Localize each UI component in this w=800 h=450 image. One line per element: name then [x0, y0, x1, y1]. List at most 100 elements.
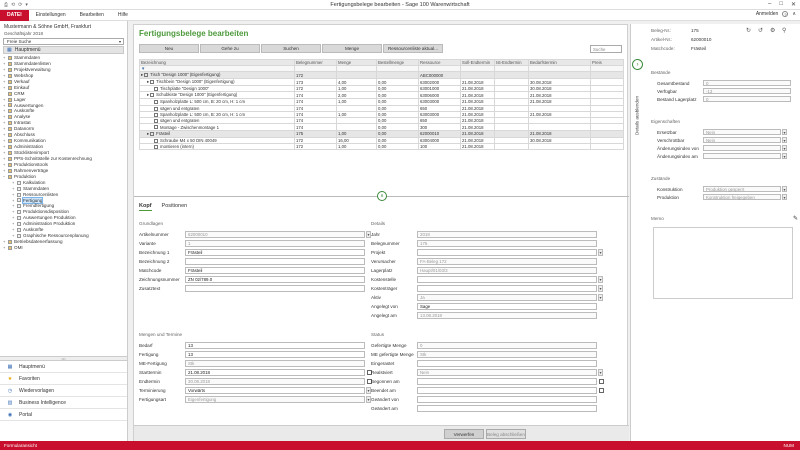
- table-row[interactable]: Spanholzplatte L: 500 cm, B: 20 cm, H: 1…: [139, 110, 624, 119]
- grundlagen-field[interactable]: [185, 258, 365, 265]
- grundlagen-field[interactable]: ZN 02/789.0: [185, 276, 365, 283]
- nav-item[interactable]: ◉ Portal: [0, 409, 127, 421]
- menu-item[interactable]: Hilfe: [111, 12, 135, 18]
- table-row[interactable]: montieren (intern) 172 1,00 0,00 100 21.08.20…: [139, 143, 624, 151]
- table-row[interactable]: ▸ Tischbein "Design 1000" (Eigenfertigung…: [139, 78, 624, 86]
- edit-icon[interactable]: ✎: [793, 215, 798, 222]
- grundlagen-field: 62000010: [185, 231, 365, 238]
- minimize-icon[interactable]: –: [768, 1, 771, 8]
- undo-icon[interactable]: ↺: [758, 27, 763, 34]
- pin-icon[interactable]: ⚲: [782, 27, 786, 34]
- nav-item[interactable]: ▥ Business Intelligence: [0, 397, 127, 409]
- chevron-down-icon[interactable]: ▾: [598, 294, 603, 301]
- cell: [528, 71, 591, 79]
- toolbar-button[interactable]: Gehe zu: [200, 44, 260, 53]
- details-field[interactable]: Sage: [417, 303, 597, 310]
- tab-positionen[interactable]: Positionen: [162, 203, 188, 211]
- login-link[interactable]: Anmelden: [756, 11, 779, 17]
- grundlagen-field[interactable]: [185, 285, 365, 292]
- folder-icon: [8, 121, 12, 126]
- expand-arrow-icon[interactable]: ▸: [147, 93, 149, 98]
- bestaende-field[interactable]: -13: [703, 88, 791, 94]
- tree-item[interactable]: + OMI: [3, 245, 127, 251]
- bestaende-field[interactable]: 0: [703, 96, 791, 102]
- chevron-right-icon[interactable]: ›: [632, 59, 643, 70]
- eigenschaften-field[interactable]: Nein: [703, 137, 781, 143]
- chevron-down-icon[interactable]: ▾: [598, 276, 603, 283]
- grundlagen-field[interactable]: Frästeil: [185, 267, 365, 274]
- grundlagen-field[interactable]: Frästeil: [185, 249, 365, 256]
- cell-label: montieren (intern): [139, 143, 295, 151]
- eigenschaften-field[interactable]: Nein: [703, 129, 781, 135]
- details-field[interactable]: [417, 276, 597, 283]
- calendar-icon[interactable]: [599, 379, 604, 384]
- minimize-ribbon-icon[interactable]: ∧: [792, 11, 796, 17]
- tab-kopf[interactable]: Kopf: [139, 203, 152, 211]
- nav-icon: ◉: [7, 411, 13, 418]
- mengen-field[interactable]: 21.08.2018: [185, 369, 365, 376]
- nav-item[interactable]: ★ Favoriten: [0, 373, 127, 385]
- mengen-field[interactable]: 13: [185, 342, 365, 349]
- toolbar-button[interactable]: Ressourcenliste aktual...: [383, 44, 443, 53]
- eigenschaften-field[interactable]: [703, 153, 781, 159]
- gear-icon[interactable]: ⚙: [770, 27, 775, 34]
- chevron-down-icon[interactable]: ▾: [782, 137, 787, 143]
- bestaende-field[interactable]: 0: [703, 80, 791, 86]
- hide-details-tab[interactable]: Details ausblenden: [630, 75, 643, 155]
- chevron-down-icon[interactable]: ▾: [598, 285, 603, 292]
- mengen-field[interactable]: Vorwärts: [185, 387, 365, 394]
- expand-arrow-icon[interactable]: ▸: [141, 73, 143, 78]
- menu-item[interactable]: Einstellungen: [29, 12, 73, 18]
- eigenschaften-field[interactable]: [703, 145, 781, 151]
- chevron-down-icon[interactable]: ▾: [782, 129, 787, 135]
- status-field[interactable]: [417, 387, 597, 394]
- status-field[interactable]: [417, 360, 597, 367]
- toolbar-button[interactable]: Neu: [139, 44, 199, 53]
- folder-icon: [8, 145, 12, 150]
- help-icon[interactable]: ?: [782, 11, 789, 17]
- status-field[interactable]: [417, 405, 597, 412]
- zustaende-field[interactable]: Produktion gesperrt: [703, 186, 781, 192]
- table-row[interactable]: ▸ Frästeil 175 1,00 0,00 62000010 21.08.2018 21…: [139, 129, 624, 138]
- search-input[interactable]: Suche: [590, 45, 622, 53]
- status-field[interactable]: [417, 396, 597, 403]
- toolbar-button[interactable]: Suchen: [261, 44, 321, 53]
- chevron-down-icon[interactable]: ▾: [598, 249, 603, 256]
- collapse-icon[interactable]: ∧: [377, 191, 387, 201]
- toolbar-button[interactable]: Menge: [322, 44, 382, 53]
- menu-item[interactable]: Bearbeiten: [73, 12, 111, 18]
- nav-item[interactable]: ◷ Wiedervorlagen: [0, 385, 127, 397]
- refresh-icon[interactable]: ↻: [746, 27, 751, 34]
- expand-arrow-icon[interactable]: ▸: [147, 131, 149, 136]
- cell: [494, 91, 529, 100]
- zustaende-field[interactable]: Konstruktion freigegeben: [703, 194, 781, 200]
- calendar-icon[interactable]: [599, 388, 604, 393]
- table-row[interactable]: Spanholzplatte L: 500 cm, B: 20 cm, H: 1…: [139, 98, 624, 106]
- chevron-down-icon[interactable]: ▾: [782, 145, 787, 151]
- maximize-icon[interactable]: □: [779, 1, 783, 8]
- details-field[interactable]: [417, 285, 597, 292]
- table-row[interactable]: ▸ Tisch "Design 1000" (Eigenfertigung) 172…: [139, 71, 624, 79]
- status-field[interactable]: [417, 378, 597, 385]
- close-document-button[interactable]: Beleg abschließen: [486, 429, 526, 439]
- cell: 1,00: [336, 129, 377, 138]
- mengen-field[interactable]: 13: [185, 351, 365, 358]
- close-icon[interactable]: ✕: [791, 1, 796, 8]
- file-menu[interactable]: DATEI: [0, 9, 29, 21]
- window-controls[interactable]: – □ ✕: [768, 1, 796, 8]
- table-row[interactable]: ▸ Schubkiste "Design 1000" (Eigenfertigun…: [139, 91, 624, 100]
- chevron-down-icon[interactable]: ▾: [782, 186, 787, 192]
- expand-arrow-icon[interactable]: ▸: [147, 80, 149, 85]
- column-header[interactable]: Soll-Endtermin: [460, 59, 495, 66]
- memo-box[interactable]: [653, 227, 793, 299]
- main-menu-header[interactable]: ▦ Hauptmenü: [3, 46, 124, 54]
- details-field[interactable]: [417, 249, 597, 256]
- sidebar-search[interactable]: Freie Suche ▾: [3, 38, 124, 45]
- table-row[interactable]: Schraube M4 x 50 DIN 40049 172 16,00 0,00 63…: [139, 136, 624, 145]
- discard-button[interactable]: Verwerfen: [444, 429, 484, 439]
- chevron-down-icon[interactable]: ▾: [782, 153, 787, 159]
- chevron-down-icon[interactable]: ▾: [119, 39, 121, 44]
- nav-item[interactable]: ▦ Hauptmenü: [0, 361, 127, 373]
- chevron-down-icon[interactable]: ▾: [782, 194, 787, 200]
- chevron-down-icon[interactable]: ▾: [598, 369, 603, 376]
